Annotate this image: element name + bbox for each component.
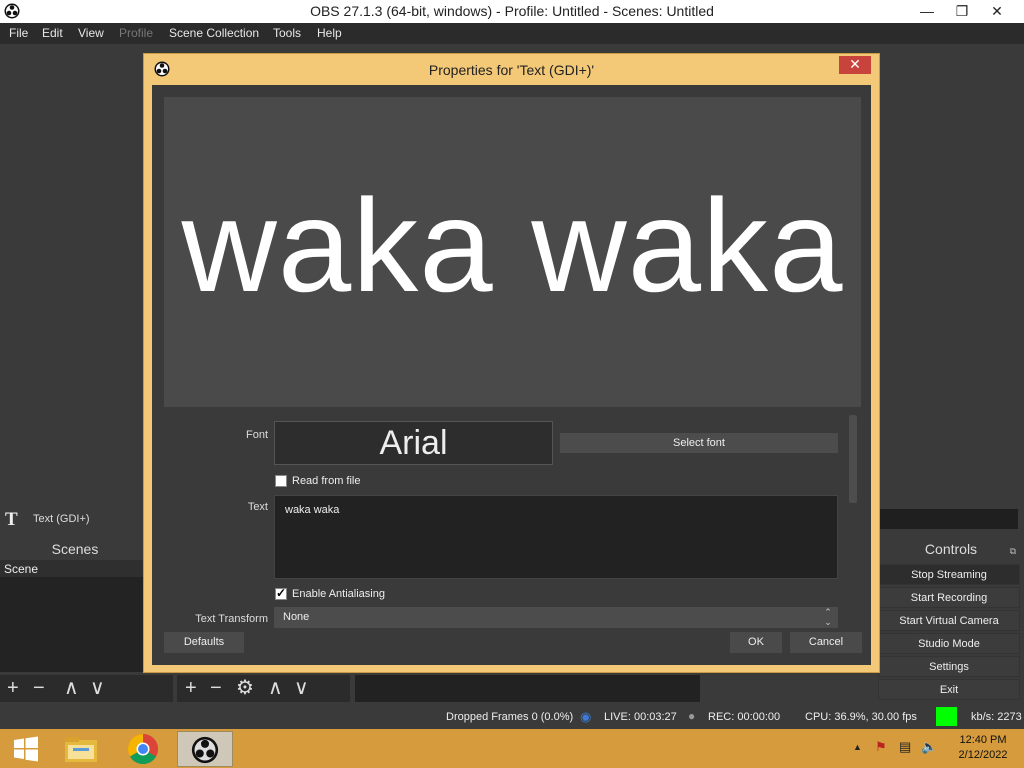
network-icon[interactable]: ▤ [899,739,911,755]
obs-taskbar-icon [191,736,219,764]
rec-time-text: REC: 00:00:00 [708,711,781,723]
show-hidden-icons-icon[interactable]: ▲ [853,742,862,752]
scenes-list[interactable]: Scene [0,560,150,672]
dialog-title: Properties for 'Text (GDI+)' [428,62,595,78]
studio-mode-button[interactable]: Studio Mode [878,633,1020,654]
menu-tools[interactable]: Tools [273,26,301,40]
font-label: Font [245,429,268,441]
window-titlebar[interactable]: OBS 27.1.3 (64-bit, windows) - Profile: … [0,0,1024,23]
start-recording-button[interactable]: Start Recording [878,587,1020,608]
select-arrows-icon: ⌃ ⌄ [824,607,832,627]
text-label: Text [247,501,268,513]
start-virtual-camera-button[interactable]: Start Virtual Camera [878,610,1020,631]
exit-button[interactable]: Exit [878,679,1020,700]
close-window-button[interactable]: ✕ [980,0,1014,23]
text-source-icon: T [5,509,18,530]
sources-toolbar [177,675,350,702]
window-title: OBS 27.1.3 (64-bit, windows) - Profile: … [310,3,714,19]
clock-time: 12:40 PM [959,734,1007,746]
preview-text: waka waka [181,172,844,319]
cpu-text: CPU: 36.9%, 30.00 fps [805,711,917,723]
status-bar: Dropped Frames 0 (0.0%) ◉ LIVE: 00:03:27… [0,705,1024,729]
text-transform-value: None [283,611,310,623]
rec-icon: ● [688,709,696,723]
properties-scrollbar[interactable] [849,415,857,503]
add-scene-icon[interactable]: + [7,677,19,699]
text-transform-label: Text Transform [195,613,268,625]
enable-antialiasing-label[interactable]: Enable Antialiasing [292,588,385,600]
properties-dialog: Properties for 'Text (GDI+)' ✕ waka waka… [143,53,880,673]
stream-health-indicator [936,707,957,726]
minimize-button[interactable]: — [910,0,944,23]
volume-icon[interactable]: 🔈 [921,739,937,755]
taskbar-clock[interactable]: 12:40 PM 2/12/2022 [948,733,1018,763]
action-center-flag-icon[interactable]: ⚑ [875,739,887,755]
select-font-button[interactable]: Select font [560,433,838,453]
scenes-toolbar [0,675,173,702]
remove-scene-icon[interactable]: − [33,677,45,699]
add-source-icon[interactable]: + [185,677,197,699]
live-time-text: LIVE: 00:03:27 [604,711,677,723]
remove-source-icon[interactable]: − [210,677,222,699]
cancel-button[interactable]: Cancel [790,632,862,653]
read-from-file-label[interactable]: Read from file [292,475,360,487]
dialog-close-button[interactable]: ✕ [839,56,871,74]
menu-bar: File Edit View Profile Scene Collection … [0,23,1024,44]
restore-button[interactable]: ❐ [945,0,979,23]
settings-button[interactable]: Settings [878,656,1020,677]
text-transform-select[interactable]: None ⌃ ⌄ [274,607,838,628]
text-input[interactable]: waka waka [274,495,838,579]
ok-button[interactable]: OK [730,632,782,653]
controls-dock-title: Controls ⧉ [878,539,1024,559]
controls-title-text: Controls [924,541,978,557]
move-scene-up-icon[interactable]: ∧ [64,677,79,699]
menu-profile[interactable]: Profile [119,26,153,40]
scene-item[interactable]: Scene [0,560,150,577]
menu-view[interactable]: View [78,26,104,40]
windows-start-icon[interactable] [13,736,39,762]
menu-scene-collection[interactable]: Scene Collection [169,26,259,40]
dialog-body: waka waka Font Arial Select font Read fr… [152,85,871,665]
dropped-frames-text: Dropped Frames 0 (0.0%) [446,711,574,723]
bitrate-text: kb/s: 2273 [971,711,1022,723]
stop-streaming-button[interactable]: Stop Streaming [878,564,1020,585]
defaults-button[interactable]: Defaults [164,632,244,653]
clock-date: 2/12/2022 [958,749,1008,761]
taskbar-obs-button[interactable] [177,731,233,767]
live-icon: ◉ [580,709,592,724]
chrome-icon[interactable] [127,733,159,765]
move-source-up-icon[interactable]: ∧ [268,677,283,699]
file-explorer-icon[interactable] [63,734,99,766]
selected-source-label[interactable]: Text (GDI+) [33,513,90,525]
scenes-dock-title: Scenes [0,539,150,559]
source-properties-bar [878,509,1018,529]
enable-antialiasing-checkbox[interactable] [275,586,287,600]
move-scene-down-icon[interactable]: ∨ [90,677,105,699]
source-properties-icon[interactable]: ⚙ [236,677,254,699]
move-source-down-icon[interactable]: ∨ [294,677,309,699]
menu-edit[interactable]: Edit [42,26,63,40]
mixer-toolbar [355,675,700,702]
menu-file[interactable]: File [9,26,28,40]
font-preview-box: Arial [274,421,553,465]
source-preview: waka waka [164,97,861,407]
read-from-file-checkbox[interactable] [275,475,287,487]
menu-help[interactable]: Help [317,26,342,40]
undock-icon[interactable]: ⧉ [1010,541,1016,561]
